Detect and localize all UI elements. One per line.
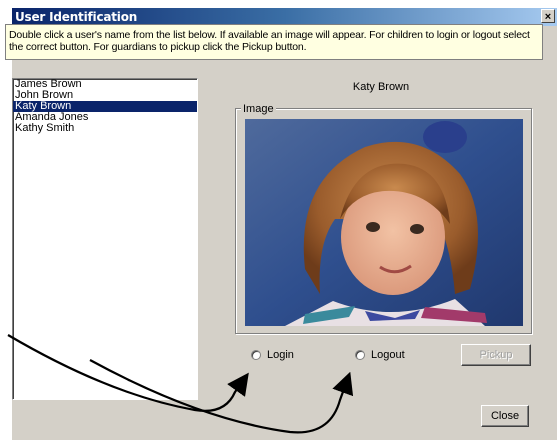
window-title: User Identification xyxy=(15,10,138,24)
login-label: Login xyxy=(267,349,294,361)
list-item[interactable]: Kathy Smith xyxy=(13,123,197,134)
radio-circle[interactable] xyxy=(251,350,261,360)
user-photo xyxy=(245,119,523,326)
logout-radio[interactable]: Logout xyxy=(355,349,405,361)
logout-label: Logout xyxy=(371,349,405,361)
user-list[interactable]: James Brown John Brown Katy Brown Amanda… xyxy=(12,78,198,400)
login-radio[interactable]: Login xyxy=(251,349,294,361)
close-button[interactable]: Close xyxy=(481,405,529,427)
close-icon[interactable]: × xyxy=(541,9,555,23)
instructions-text: Double click a user's name from the list… xyxy=(5,24,543,60)
selected-user-name: Katy Brown xyxy=(352,81,410,93)
image-group-label: Image xyxy=(241,103,276,115)
pickup-button[interactable]: Pickup xyxy=(461,344,531,366)
radio-circle[interactable] xyxy=(355,350,365,360)
